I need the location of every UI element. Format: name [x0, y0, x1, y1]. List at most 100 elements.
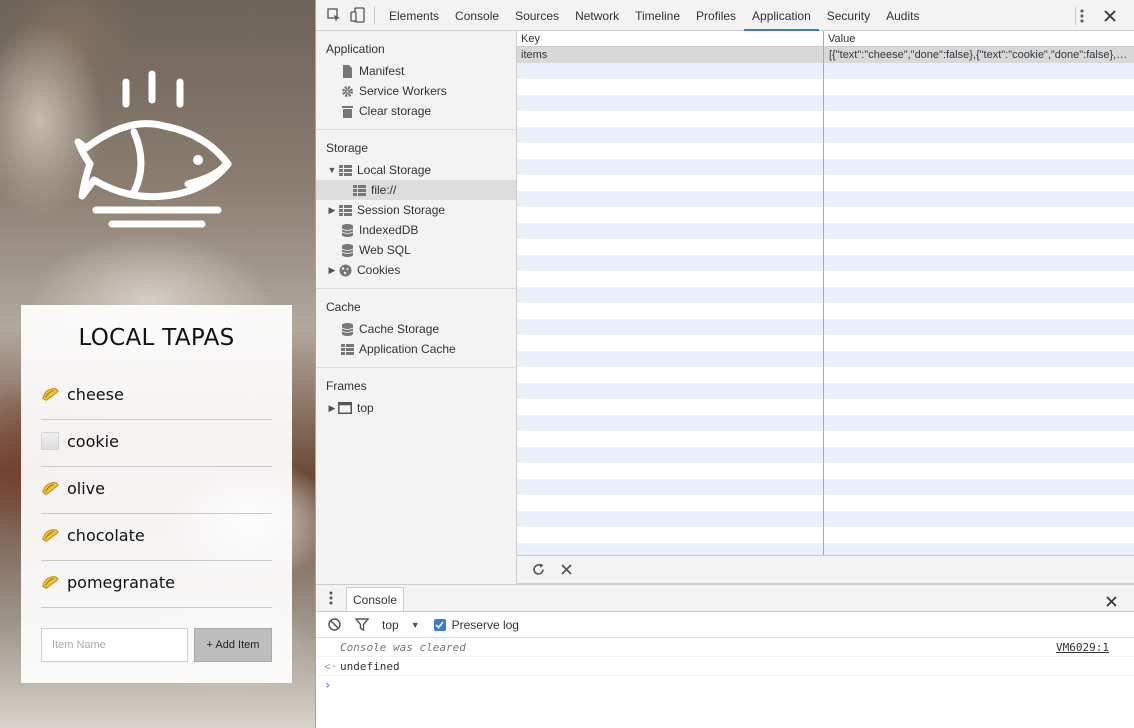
sidebar-item-label: Application Cache: [359, 342, 456, 356]
sidebar-item-local-storage-file[interactable]: file://: [316, 180, 516, 200]
sidebar-item-manifest[interactable]: Manifest: [316, 61, 516, 81]
sidebar-item-frame-top[interactable]: ▶ top: [316, 398, 516, 418]
grid-icon: [352, 183, 366, 197]
more-options-icon[interactable]: [1070, 4, 1094, 28]
collapsed-arrow-icon[interactable]: ▶: [326, 205, 338, 216]
tapa-item[interactable]: olive: [41, 467, 272, 514]
tab-application[interactable]: Application: [744, 0, 819, 31]
add-item-form: + Add Item: [41, 628, 272, 662]
tapas-web-page: LOCAL TAPAS cheese cookie olive chocolat…: [0, 0, 315, 728]
devtools-toolbar: Elements Console Sources Network Timelin…: [316, 0, 1134, 31]
trash-icon: [340, 104, 354, 118]
local-storage-table: Key Value items [{"text":"cheese","done"…: [517, 31, 1134, 556]
clear-console-icon[interactable]: [326, 617, 342, 633]
tab-security[interactable]: Security: [819, 0, 878, 31]
grid-icon: [338, 163, 352, 177]
tapas-card: LOCAL TAPAS cheese cookie olive chocolat…: [21, 305, 292, 683]
column-header-value[interactable]: Value: [824, 31, 1134, 47]
item-name-input[interactable]: [41, 628, 188, 662]
sidebar-item-cookies[interactable]: ▶ Cookies: [316, 260, 516, 280]
close-devtools-icon[interactable]: [1098, 4, 1122, 28]
tab-elements[interactable]: Elements: [381, 0, 447, 31]
expanded-arrow-icon[interactable]: ▼: [326, 165, 338, 175]
sidebar-item-label: Manifest: [359, 64, 405, 78]
sidebar-heading: Frames: [326, 379, 367, 393]
sidebar-item-service-workers[interactable]: Service Workers: [316, 81, 516, 101]
context-selector[interactable]: top: [382, 618, 399, 632]
filter-icon[interactable]: [354, 617, 370, 633]
drawer-tab-console[interactable]: Console: [346, 587, 405, 611]
tab-console[interactable]: Console: [447, 0, 507, 31]
console-source-link[interactable]: VM6029:1: [1056, 638, 1109, 657]
database-icon: [340, 223, 354, 237]
add-item-button[interactable]: + Add Item: [194, 628, 272, 662]
devtools-panel: Elements Console Sources Network Timelin…: [315, 0, 1134, 728]
table-body: items [{"text":"cheese","done":false},{"…: [517, 47, 1134, 555]
sidebar-item-web-sql[interactable]: Web SQL: [316, 240, 516, 260]
tapa-item[interactable]: cookie: [41, 420, 272, 467]
inspect-element-icon[interactable]: [322, 3, 346, 27]
sidebar-heading: Storage: [326, 141, 369, 155]
tab-timeline[interactable]: Timeline: [627, 0, 688, 31]
row-key[interactable]: items: [517, 47, 824, 63]
sidebar-item-label: Web SQL: [359, 243, 411, 257]
database-icon: [340, 243, 354, 257]
sidebar-item-label: Local Storage: [357, 163, 432, 177]
drawer-menu-icon[interactable]: [316, 584, 346, 611]
sidebar-section-cache: Cache Cache Storage Application Cache: [316, 289, 516, 368]
refresh-icon[interactable]: [527, 559, 549, 581]
sidebar-item-label: Cookies: [357, 263, 401, 277]
app-title: LOCAL TAPAS: [78, 325, 235, 351]
console-toolbar: top ▼ Preserve log: [316, 612, 1134, 638]
chevron-down-icon[interactable]: ▼: [411, 620, 420, 630]
column-divider[interactable]: [823, 47, 824, 555]
sidebar-item-label: IndexedDB: [359, 223, 419, 237]
sidebar-item-session-storage[interactable]: ▶ Session Storage: [316, 200, 516, 220]
document-icon: [340, 64, 354, 78]
toolbar-separator: [374, 6, 375, 24]
sidebar-section-application: Application Manifest Service Workers Cle…: [316, 31, 516, 130]
sidebar-item-label: Clear storage: [359, 104, 432, 118]
drawer-tabbar: Console: [316, 585, 1134, 612]
collapsed-arrow-icon[interactable]: ▶: [326, 403, 338, 414]
console-prompt[interactable]: ›: [316, 676, 1134, 695]
sidebar-item-clear-storage[interactable]: Clear storage: [316, 101, 516, 121]
taco-checked-icon[interactable]: [41, 573, 59, 591]
application-sidebar: Application Manifest Service Workers Cle…: [316, 31, 517, 584]
sidebar-section-frames: Frames ▶ top: [316, 368, 516, 426]
taco-checked-icon[interactable]: [41, 385, 59, 403]
sidebar-item-label: Session Storage: [357, 203, 446, 217]
tapa-label: cookie: [67, 431, 119, 451]
sidebar-item-local-storage[interactable]: ▼ Local Storage: [316, 160, 516, 180]
tapa-item[interactable]: pomegranate: [41, 561, 272, 608]
row-value[interactable]: [{"text":"cheese","done":false},{"text":…: [824, 47, 1130, 63]
table-row[interactable]: items [{"text":"cheese","done":false},{"…: [517, 47, 1134, 63]
taco-checked-icon[interactable]: [41, 479, 59, 497]
database-icon: [340, 322, 354, 336]
close-drawer-icon[interactable]: [1099, 589, 1123, 613]
tab-sources[interactable]: Sources: [507, 0, 567, 31]
sidebar-item-cache-storage[interactable]: Cache Storage: [316, 319, 516, 339]
console-message-text: undefined: [340, 660, 400, 673]
tab-profiles[interactable]: Profiles: [688, 0, 744, 31]
tapa-item[interactable]: chocolate: [41, 514, 272, 561]
column-header-key[interactable]: Key: [517, 31, 824, 47]
sidebar-item-label: file://: [371, 183, 397, 197]
tapa-item[interactable]: cheese: [41, 373, 272, 420]
taco-checked-icon[interactable]: [41, 526, 59, 544]
preserve-log-label[interactable]: Preserve log: [452, 618, 519, 632]
unchecked-box-icon[interactable]: [41, 432, 59, 450]
tab-audits[interactable]: Audits: [878, 0, 927, 31]
sidebar-item-application-cache[interactable]: Application Cache: [316, 339, 516, 359]
tapa-label: pomegranate: [67, 572, 175, 592]
preserve-log-checkbox[interactable]: [433, 618, 446, 631]
collapsed-arrow-icon[interactable]: ▶: [326, 265, 338, 276]
console-message-text: Console was cleared: [340, 641, 466, 654]
console-message: <· undefined: [316, 657, 1134, 676]
delete-selected-icon[interactable]: [555, 559, 577, 581]
prompt-chevron-icon: ›: [324, 678, 332, 692]
sidebar-item-indexeddb[interactable]: IndexedDB: [316, 220, 516, 240]
device-toolbar-icon[interactable]: [346, 3, 370, 27]
tab-network[interactable]: Network: [567, 0, 627, 31]
storage-table-footer: [517, 556, 1134, 584]
